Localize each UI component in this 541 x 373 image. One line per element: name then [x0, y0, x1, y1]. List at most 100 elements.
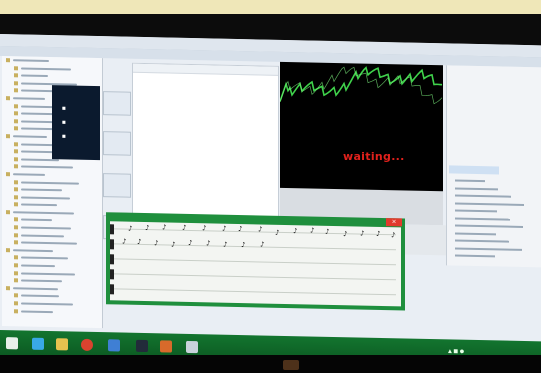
note-marker[interactable]: ♪: [238, 225, 242, 233]
tree-item-label: [21, 294, 59, 298]
tree-item-label: [21, 310, 54, 313]
properties-panel[interactable]: [446, 65, 541, 268]
note-marker[interactable]: ♪: [128, 225, 132, 233]
store-icon[interactable]: [108, 339, 120, 352]
console-line: [62, 105, 68, 110]
console-window: [52, 85, 100, 161]
folder-icon: [6, 58, 10, 63]
property-row: [455, 232, 496, 235]
note-marker[interactable]: ♪: [182, 224, 186, 232]
folder-icon: [14, 187, 18, 192]
tree-item-label: [21, 218, 52, 222]
internet-explorer-icon[interactable]: [32, 337, 44, 350]
side-button[interactable]: [103, 131, 131, 156]
side-button[interactable]: [103, 173, 131, 198]
note-marker[interactable]: ♪: [258, 225, 262, 233]
property-row: [455, 239, 509, 243]
tree-item[interactable]: [14, 307, 102, 316]
file-explorer-icon[interactable]: [56, 338, 68, 351]
note-marker[interactable]: ♪: [206, 239, 210, 247]
note-marker[interactable]: ♪: [145, 224, 149, 232]
folder-icon: [14, 73, 18, 78]
editor-ruler: [133, 63, 278, 76]
folder-icon: [14, 65, 18, 70]
note-marker[interactable]: ♪: [325, 228, 329, 236]
folder-icon: [6, 96, 10, 101]
monitor-bezel: [0, 355, 541, 373]
signal-line: [279, 66, 443, 105]
folder-icon: [14, 157, 18, 162]
folder-icon: [14, 111, 18, 116]
sequence-editor[interactable]: ♪ ♪ ♪ ♪ ♪ ♪ ♪ ♪ ♪ ♪ ♪ ♪ ♪ ♪ ♪ ♪ ♪ ♪ ♪ ♪ ♪ ♪ ♪ ♪ ♪: [110, 221, 401, 307]
folder-icon: [14, 217, 18, 222]
note-marker[interactable]: ♪: [343, 230, 347, 238]
note-marker[interactable]: ♪: [275, 229, 279, 237]
folder-icon: [14, 308, 18, 313]
tree-item-label: [13, 287, 58, 291]
app-icon[interactable]: [186, 340, 198, 354]
note-marker[interactable]: ♪: [241, 241, 245, 249]
note-marker[interactable]: ♪: [222, 225, 226, 233]
app-icon[interactable]: [136, 339, 148, 353]
properties-tab[interactable]: [449, 165, 499, 175]
tree-item-label: [13, 173, 46, 176]
property-row: [455, 187, 498, 190]
sequence-track[interactable]: [114, 228, 396, 236]
note-marker[interactable]: ♪: [376, 230, 380, 238]
system-tray[interactable]: ▲ ■ ●: [448, 348, 464, 354]
property-row: [455, 247, 522, 251]
folder-icon: [14, 278, 18, 283]
folder-icon: [14, 179, 18, 184]
folder-icon: [6, 285, 10, 291]
note-marker[interactable]: ♪: [162, 223, 166, 231]
note-marker[interactable]: ♪: [188, 239, 192, 247]
signal-chart: [279, 66, 443, 105]
folder-icon: [6, 247, 10, 253]
close-button[interactable]: ×: [386, 218, 402, 227]
note-marker[interactable]: ♪: [202, 224, 206, 232]
sequence-track[interactable]: [114, 258, 396, 266]
note-marker[interactable]: ♪: [171, 241, 175, 249]
tree-item-label: [13, 135, 48, 138]
note-marker[interactable]: ♪: [154, 239, 158, 247]
note-marker[interactable]: ♪: [360, 230, 364, 238]
note-marker[interactable]: ♪: [310, 226, 314, 234]
tree-item-label: [21, 196, 70, 200]
folder-icon: [6, 172, 10, 177]
folder-icon: [14, 194, 18, 200]
note-marker[interactable]: ♪: [293, 227, 297, 235]
folder-icon: [14, 88, 18, 93]
note-marker[interactable]: ♪: [260, 240, 264, 248]
folder-icon: [14, 240, 18, 245]
tree-item-label: [21, 180, 79, 185]
side-button[interactable]: [103, 91, 131, 116]
note-marker[interactable]: ♪: [223, 241, 227, 249]
tree-item-label: [21, 203, 57, 207]
tree-item-label: [21, 241, 77, 245]
signal-plot: [279, 61, 443, 192]
windows-start-icon[interactable]: [6, 337, 18, 350]
property-row: [455, 217, 510, 221]
tree-item-label: [21, 279, 63, 283]
status-text: waiting...: [343, 150, 405, 163]
folder-icon: [14, 293, 18, 298]
tree-item-label: [21, 256, 68, 260]
close-icon: ×: [391, 218, 397, 226]
folder-icon: [14, 141, 18, 146]
sequence-track[interactable]: [114, 288, 396, 296]
folder-icon: [14, 255, 18, 260]
tree-item-label: [21, 226, 72, 230]
plot-window: [279, 61, 443, 226]
property-row: [455, 179, 485, 183]
note-marker[interactable]: ♪: [137, 238, 141, 246]
folder-icon: [6, 210, 10, 215]
sequence-track[interactable]: [114, 273, 396, 281]
app-icon[interactable]: [160, 340, 172, 353]
wall-background: [0, 0, 541, 14]
tree-item-label: [21, 302, 74, 306]
chrome-icon[interactable]: [81, 338, 93, 351]
note-marker[interactable]: ♪: [391, 231, 395, 239]
tree-item-label: [21, 264, 56, 268]
note-marker[interactable]: ♪: [122, 238, 126, 246]
tree-item-label: [13, 249, 53, 252]
